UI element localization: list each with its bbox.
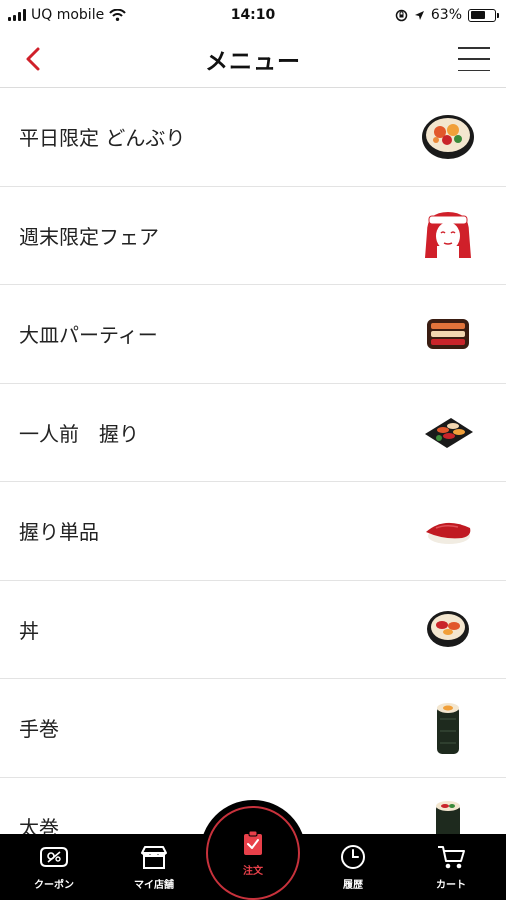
orientation-lock-icon (395, 9, 408, 21)
battery-icon (468, 8, 499, 22)
coupon-icon (37, 842, 71, 872)
menu-item-weekday-donburi[interactable]: 平日限定 どんぶり (0, 88, 506, 187)
menu-item-weekend-fair[interactable]: 週末限定フェア (0, 187, 506, 285)
location-icon (414, 10, 424, 20)
don-bowl-icon (418, 599, 478, 659)
order-ring (206, 806, 300, 900)
tab-cart[interactable]: カート (411, 834, 491, 900)
menu-item-label: 太巻 (19, 815, 59, 834)
menu-item-label: 大皿パーティー (19, 323, 158, 348)
status-bar: UQ mobile 14:10 63% (0, 0, 506, 30)
menu-item-single-nigiri-set[interactable]: 一人前 握り (0, 384, 506, 482)
menu-item-label: 握り単品 (19, 520, 99, 545)
cart-icon (434, 842, 468, 872)
tab-my-store[interactable]: マイ店舗 (114, 834, 194, 900)
tab-history[interactable]: 履歴 (313, 834, 393, 900)
donburi-bowl-icon (418, 107, 478, 167)
clock-icon (336, 842, 370, 872)
hamburger-icon (458, 47, 490, 49)
nav-bar: メニュー (0, 30, 506, 88)
menu-item-label: 丼 (19, 618, 39, 643)
futomaki-icon (418, 796, 478, 834)
tab-history-label: 履歴 (343, 880, 363, 891)
menu-button[interactable] (458, 44, 490, 74)
page-title: メニュー (205, 49, 301, 75)
tab-coupon-label: クーポン (34, 880, 74, 891)
wifi-icon (109, 9, 126, 21)
status-right: 63% (395, 7, 499, 23)
menu-item-don[interactable]: 丼 (0, 581, 506, 679)
temaki-roll-icon (418, 698, 478, 758)
tab-my-store-label: マイ店舗 (134, 880, 174, 891)
menu-item-label: 一人前 握り (19, 421, 139, 446)
menu-item-label: 平日限定 どんぶり (19, 126, 186, 151)
tuna-nigiri-icon (418, 501, 478, 561)
fair-mascot-icon (418, 205, 478, 265)
menu-item-party-platter[interactable]: 大皿パーティー (0, 285, 506, 384)
menu-list: 平日限定 どんぶり 週末限定フェア 大皿パーティー 一人前 握り 握り単品 丼 … (0, 88, 506, 834)
battery-percent: 63% (430, 7, 462, 23)
menu-item-nigiri-single[interactable]: 握り単品 (0, 482, 506, 581)
menu-item-label: 週末限定フェア (19, 224, 159, 249)
signal-icon (8, 9, 26, 21)
tab-cart-label: カート (436, 880, 466, 891)
tab-coupon[interactable]: クーポン (14, 834, 94, 900)
store-icon (137, 842, 171, 872)
tab-order[interactable]: 注文 (200, 800, 306, 900)
nigiri-set-icon (418, 402, 478, 462)
battery-level (470, 11, 485, 19)
status-left: UQ mobile (8, 7, 126, 23)
menu-item-temaki[interactable]: 手巻 (0, 679, 506, 778)
menu-item-label: 手巻 (19, 717, 59, 742)
carrier-label: UQ mobile (31, 7, 105, 23)
party-platter-icon (418, 304, 478, 364)
